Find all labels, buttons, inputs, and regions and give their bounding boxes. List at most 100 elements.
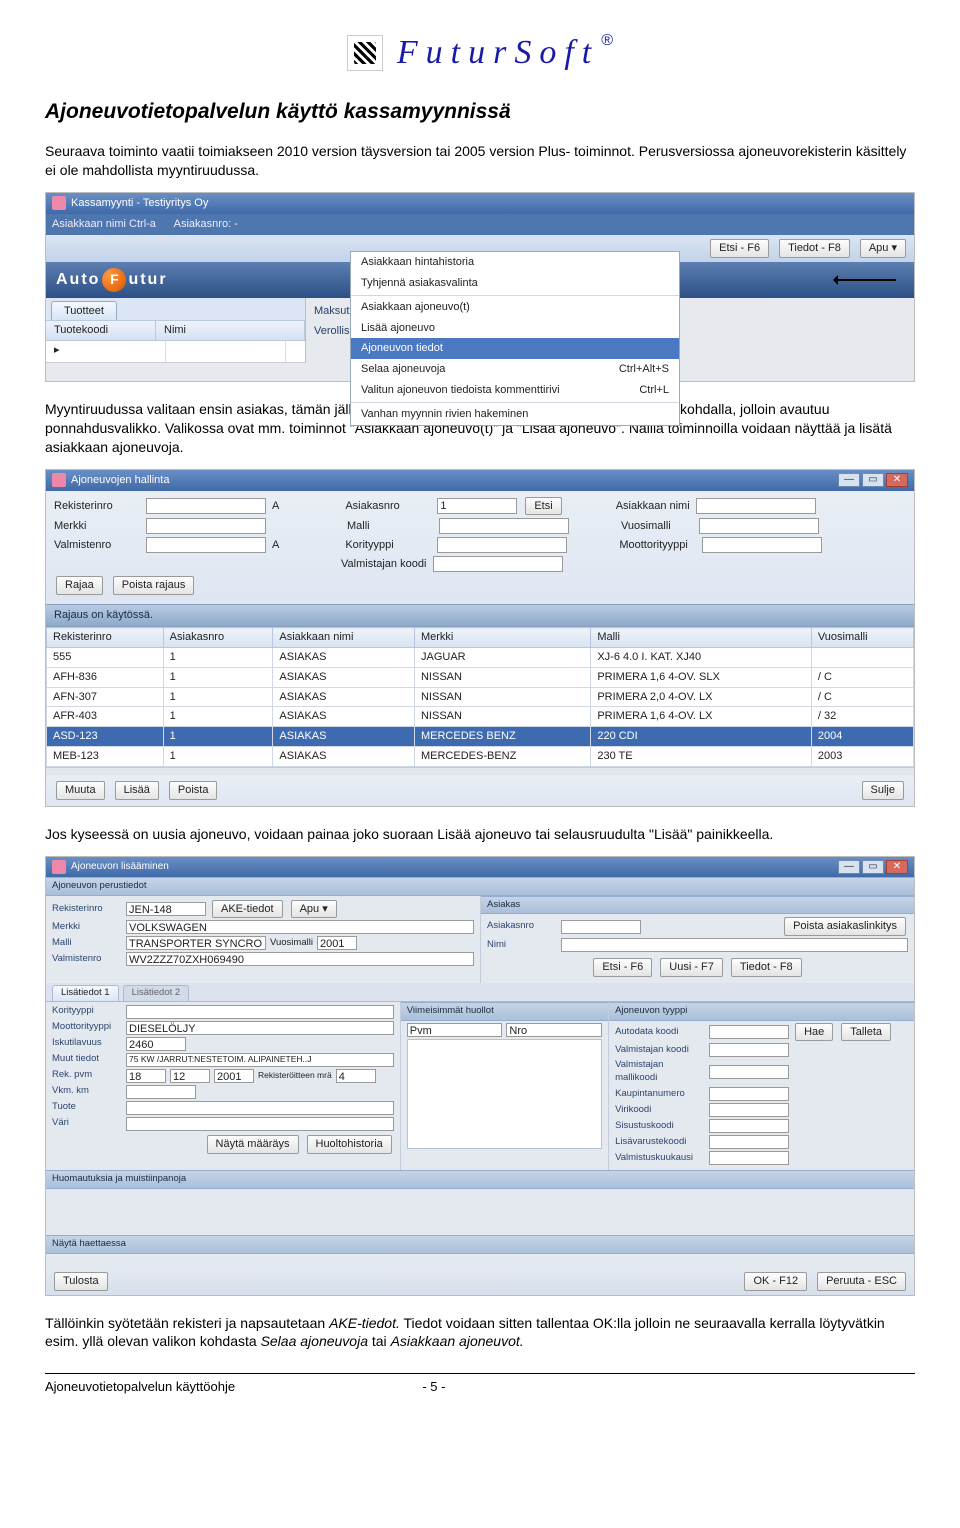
input-rpvm-d[interactable]: 18 [126, 1069, 166, 1083]
maximize-icon[interactable]: ▭ [862, 860, 884, 874]
minimize-icon[interactable]: — [838, 860, 860, 874]
input-merkki[interactable]: VOLKSWAGEN [126, 920, 474, 934]
apu-button[interactable]: Apu ▾ [291, 900, 337, 919]
col-pvm: Pvm [407, 1023, 503, 1037]
label-valmistenro: Valmistenro [52, 953, 122, 966]
table-row[interactable]: MEB-1231ASIAKASMERCEDES-BENZ230 TE2003 [47, 747, 914, 767]
para-4: Tällöinkin syötetään rekisteri ja napsau… [45, 1314, 915, 1352]
minimize-icon[interactable]: — [838, 473, 860, 487]
menu-kommenttirivi[interactable]: Valitun ajoneuvon tiedoista kommenttiriv… [351, 380, 679, 401]
input-malli[interactable]: TRANSPORTER SYNCRO 2.5 [126, 936, 266, 950]
tab-lisatiedot1[interactable]: Lisätiedot 1 [52, 985, 119, 1001]
close-icon[interactable]: ✕ [886, 860, 908, 874]
menu-tyhjenna[interactable]: Tyhjennä asiakasvalinta [351, 273, 679, 294]
peruuta-button[interactable]: Peruuta - ESC [817, 1272, 906, 1291]
menu-selaa[interactable]: Selaa ajoneuvojaCtrl+Alt+S [351, 359, 679, 380]
label-sisustus: Sisustuskoodi [615, 1120, 705, 1133]
h-scrollbar[interactable] [46, 767, 914, 775]
nayta-maarays-button[interactable]: Näytä määräys [207, 1135, 299, 1154]
label-lisavaruste: Lisävarustekoodi [615, 1136, 705, 1149]
input-sisustus[interactable] [709, 1119, 789, 1133]
label-tuote: Tuote [52, 1101, 122, 1114]
input-rpvm-y[interactable]: 2001 [214, 1069, 254, 1083]
input-rpvm-m[interactable]: 12 [170, 1069, 210, 1083]
input-rekisterinro[interactable]: JEN-148 [126, 902, 206, 916]
menu-ajoneuvon-tiedot[interactable]: Ajoneuvon tiedot [351, 338, 679, 359]
input-virikoodi[interactable] [709, 1103, 789, 1117]
input-moottorityyppi[interactable] [702, 537, 822, 553]
menu-ajoneuvot[interactable]: Asiakkaan ajoneuvo(t) [351, 297, 679, 318]
etsi-button[interactable]: Etsi [525, 497, 561, 516]
input-asiakasnimi[interactable] [696, 498, 816, 514]
input-iskutilavuus[interactable]: 2460 [126, 1037, 186, 1051]
tiedot-button[interactable]: Tiedot - F8 [731, 958, 802, 977]
input-malli[interactable] [439, 518, 569, 534]
input-moottorityyppi[interactable]: DIESELÖLJY [126, 1021, 394, 1035]
input-nimi[interactable] [561, 938, 908, 952]
input-asiakasnro[interactable]: 1 [437, 498, 517, 514]
input-kaupinta[interactable] [709, 1087, 789, 1101]
talleta-button[interactable]: Talleta [841, 1023, 891, 1042]
input-vkm[interactable] [126, 1085, 196, 1099]
muuta-button[interactable]: Muuta [56, 781, 105, 800]
menu-hintahistoria[interactable]: Asiakkaan hintahistoria [351, 252, 679, 273]
rajaa-button[interactable]: Rajaa [56, 576, 103, 595]
etsi-button[interactable]: Etsi - F6 [710, 239, 769, 258]
input-vuosimalli[interactable] [699, 518, 819, 534]
input-merkki[interactable] [146, 518, 266, 534]
input-korityyppi[interactable] [126, 1005, 394, 1019]
input-rekisterinro[interactable] [146, 498, 266, 514]
input-lisavaruste[interactable] [709, 1135, 789, 1149]
apu-button[interactable]: Apu ▾ [860, 239, 906, 258]
input-autodata[interactable] [709, 1025, 789, 1039]
input-korityyppi[interactable] [437, 537, 567, 553]
marker-a2: A [272, 538, 279, 553]
label-vuosimalli: Vuosimalli [270, 937, 313, 950]
table-row[interactable]: AFH-8361ASIAKASNISSANPRIMERA 1,6 4-OV. S… [47, 667, 914, 687]
input-valmkk[interactable] [709, 1151, 789, 1165]
input-valmistenro[interactable] [146, 537, 266, 553]
huoltohistoria-button[interactable]: Huoltohistoria [307, 1135, 392, 1154]
table-row[interactable]: AFN-3071ASIAKASNISSANPRIMERA 2,0 4-OV. L… [47, 687, 914, 707]
input-asiakasnro[interactable] [561, 920, 641, 934]
tab-tuotteet[interactable]: Tuotteet [51, 301, 117, 321]
tab-lisatiedot2[interactable]: Lisätiedot 2 [123, 985, 190, 1001]
memo-area[interactable] [46, 1189, 914, 1235]
table-row[interactable]: ASD-1231ASIAKASMERCEDES BENZ220 CDI2004 [47, 727, 914, 747]
label-valmkoodi: Valmistajan koodi [341, 557, 427, 572]
vehicle-table: RekisterinroAsiakasnroAsiakkaan nimiMerk… [46, 627, 914, 767]
input-valmistenro[interactable]: WV2ZZZ70ZXH069490 [126, 952, 474, 966]
ake-tiedot-button[interactable]: AKE-tiedot [212, 900, 283, 919]
close-icon[interactable]: ✕ [886, 473, 908, 487]
table-row[interactable]: 5551ASIAKASJAGUARXJ-6 4.0 I. KAT. XJ40 [47, 647, 914, 667]
menu-vanha-myynti[interactable]: Vanhan myynnin rivien hakeminen [351, 404, 679, 425]
tiedot-button[interactable]: Tiedot - F8 [779, 239, 850, 258]
input-vuosimalli[interactable]: 2001 [317, 936, 357, 950]
tulosta-button[interactable]: Tulosta [54, 1272, 108, 1291]
poista-rajaus-button[interactable]: Poista rajaus [113, 576, 195, 595]
input-valmkoodi[interactable] [709, 1043, 789, 1057]
etsi-button[interactable]: Etsi - F6 [593, 958, 652, 977]
nayta-area[interactable] [46, 1254, 914, 1268]
hae-button[interactable]: Hae [795, 1023, 833, 1042]
poista-button[interactable]: Poista [169, 781, 218, 800]
lisaa-button[interactable]: Lisää [115, 781, 159, 800]
brand-right: utur [128, 269, 167, 291]
input-vari[interactable] [126, 1117, 394, 1131]
app-icon [52, 196, 66, 210]
input-valmkoodi[interactable] [433, 556, 563, 572]
group-ajoneuvon-tyyppi: Ajoneuvon tyyppi [609, 1002, 914, 1021]
input-rekmaara[interactable]: 4 [336, 1069, 376, 1083]
sulje-button[interactable]: Sulje [862, 781, 904, 800]
maximize-icon[interactable]: ▭ [862, 473, 884, 487]
input-muut-tiedot[interactable]: 75 KW /JARRUT:NESTETOIM. ALIPAINETEH..J [126, 1053, 394, 1067]
input-tuote[interactable] [126, 1101, 394, 1115]
label-valmmalli: Valmistajan mallikoodi [615, 1059, 705, 1085]
poista-linkitys-button[interactable]: Poista asiakaslinkitys [784, 917, 906, 936]
table-row[interactable]: AFR-4031ASIAKASNISSANPRIMERA 1,6 4-OV. L… [47, 707, 914, 727]
ok-button[interactable]: OK - F12 [744, 1272, 807, 1291]
input-valmmalli[interactable] [709, 1065, 789, 1079]
uusi-button[interactable]: Uusi - F7 [660, 958, 723, 977]
logo-reg: ® [601, 32, 613, 49]
menu-lisaa-ajoneuvo[interactable]: Lisää ajoneuvo [351, 318, 679, 339]
